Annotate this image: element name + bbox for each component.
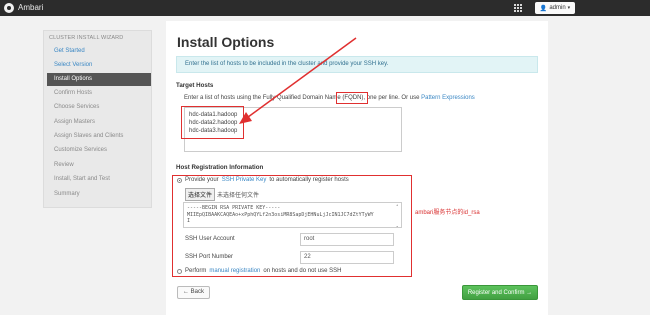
ambari-logo-icon[interactable]: [4, 3, 14, 13]
ssh-key-radio[interactable]: [177, 177, 182, 183]
host-entry: hdc-data1.hadoop: [189, 112, 238, 118]
ssh-key-textarea[interactable]: -----BEGIN RSA PRIVATE KEY----- MIIEpQIB…: [183, 202, 402, 228]
no-file-text: 未选择任何文件: [217, 193, 260, 199]
caret-down-icon: ▾: [567, 5, 571, 11]
apps-grid-icon[interactable]: [514, 4, 522, 12]
registration-heading: Host Registration Information: [176, 164, 264, 171]
textarea-scrollbar[interactable]: [396, 203, 400, 227]
user-icon: 👤: [539, 5, 548, 12]
manual-registration-radio[interactable]: [177, 268, 182, 274]
admin-label: admin: [549, 5, 566, 11]
register-and-confirm-button[interactable]: Register and Confirm →: [462, 285, 538, 300]
ssh-user-label: SSH User Account: [185, 236, 235, 242]
ssh-private-key-link[interactable]: SSH Private Key: [222, 177, 267, 183]
main-content: Install Options Enter the list of hosts …: [166, 21, 548, 315]
page-title: Install Options: [177, 34, 275, 50]
sidebar-item-customize-services: Customize Services: [54, 147, 108, 153]
choose-file-button[interactable]: 选择文件: [185, 188, 216, 201]
manual-registration-link[interactable]: manual registration: [209, 268, 260, 274]
sidebar-item-select-version[interactable]: Select Version: [44, 59, 151, 72]
wizard-sidebar: CLUSTER INSTALL WIZARD Get Started Selec…: [43, 30, 152, 208]
ssh-port-label: SSH Port Number: [185, 254, 234, 260]
sidebar-item-summary: Summary: [54, 191, 80, 197]
ssh-port-input[interactable]: 22: [300, 251, 394, 264]
target-hosts-heading: Target Hosts: [176, 82, 214, 89]
annotation-note: ambari服务节点的id_rsa: [415, 210, 480, 216]
sidebar-item-install-options[interactable]: Install Options: [47, 73, 151, 86]
key-line: I: [187, 218, 191, 224]
sidebar-item-get-started[interactable]: Get Started: [44, 45, 151, 58]
top-navbar: Ambari 👤 admin ▾: [0, 0, 650, 16]
admin-user-menu[interactable]: 👤 admin ▾: [535, 2, 575, 14]
ssh-user-input[interactable]: root: [300, 233, 394, 246]
sidebar-item-assign-slaves: Assign Slaves and Clients: [54, 133, 124, 139]
sidebar-title: CLUSTER INSTALL WIZARD: [49, 35, 124, 41]
host-entry: hdc-data3.hadoop: [189, 128, 238, 134]
sidebar-item-review: Review: [54, 162, 74, 168]
sidebar-item-choose-services: Choose Services: [54, 104, 100, 110]
ssh-key-option-row[interactable]: Provide your SSH Private Key to automati…: [177, 177, 349, 183]
fqdn-text: FQDN: [344, 95, 362, 101]
brand-name[interactable]: Ambari: [18, 3, 43, 12]
key-line: MIIEpQIBAAKCAQEAo+xPphQYLf2n3osiMR8SapDj…: [187, 211, 374, 218]
host-entry: hdc-data2.hadoop: [189, 120, 238, 126]
sidebar-item-assign-masters: Assign Masters: [54, 119, 96, 125]
back-button[interactable]: ← Back: [177, 286, 210, 299]
target-hosts-textarea[interactable]: hdc-data1.hadoop hdc-data2.hadoop hdc-da…: [184, 107, 402, 152]
sidebar-item-install-start-test: Install, Start and Test: [54, 176, 110, 182]
file-chooser[interactable]: 选择文件 未选择任何文件: [185, 188, 259, 201]
manual-registration-row[interactable]: Perform manual registration on hosts and…: [177, 268, 341, 274]
pattern-expressions-link[interactable]: Pattern Expressions: [421, 95, 475, 101]
info-alert: Enter the list of hosts to be included i…: [176, 56, 538, 73]
target-hosts-hint: Enter a list of hosts using the Fully Qu…: [184, 95, 475, 101]
sidebar-item-confirm-hosts: Confirm Hosts: [54, 90, 93, 96]
